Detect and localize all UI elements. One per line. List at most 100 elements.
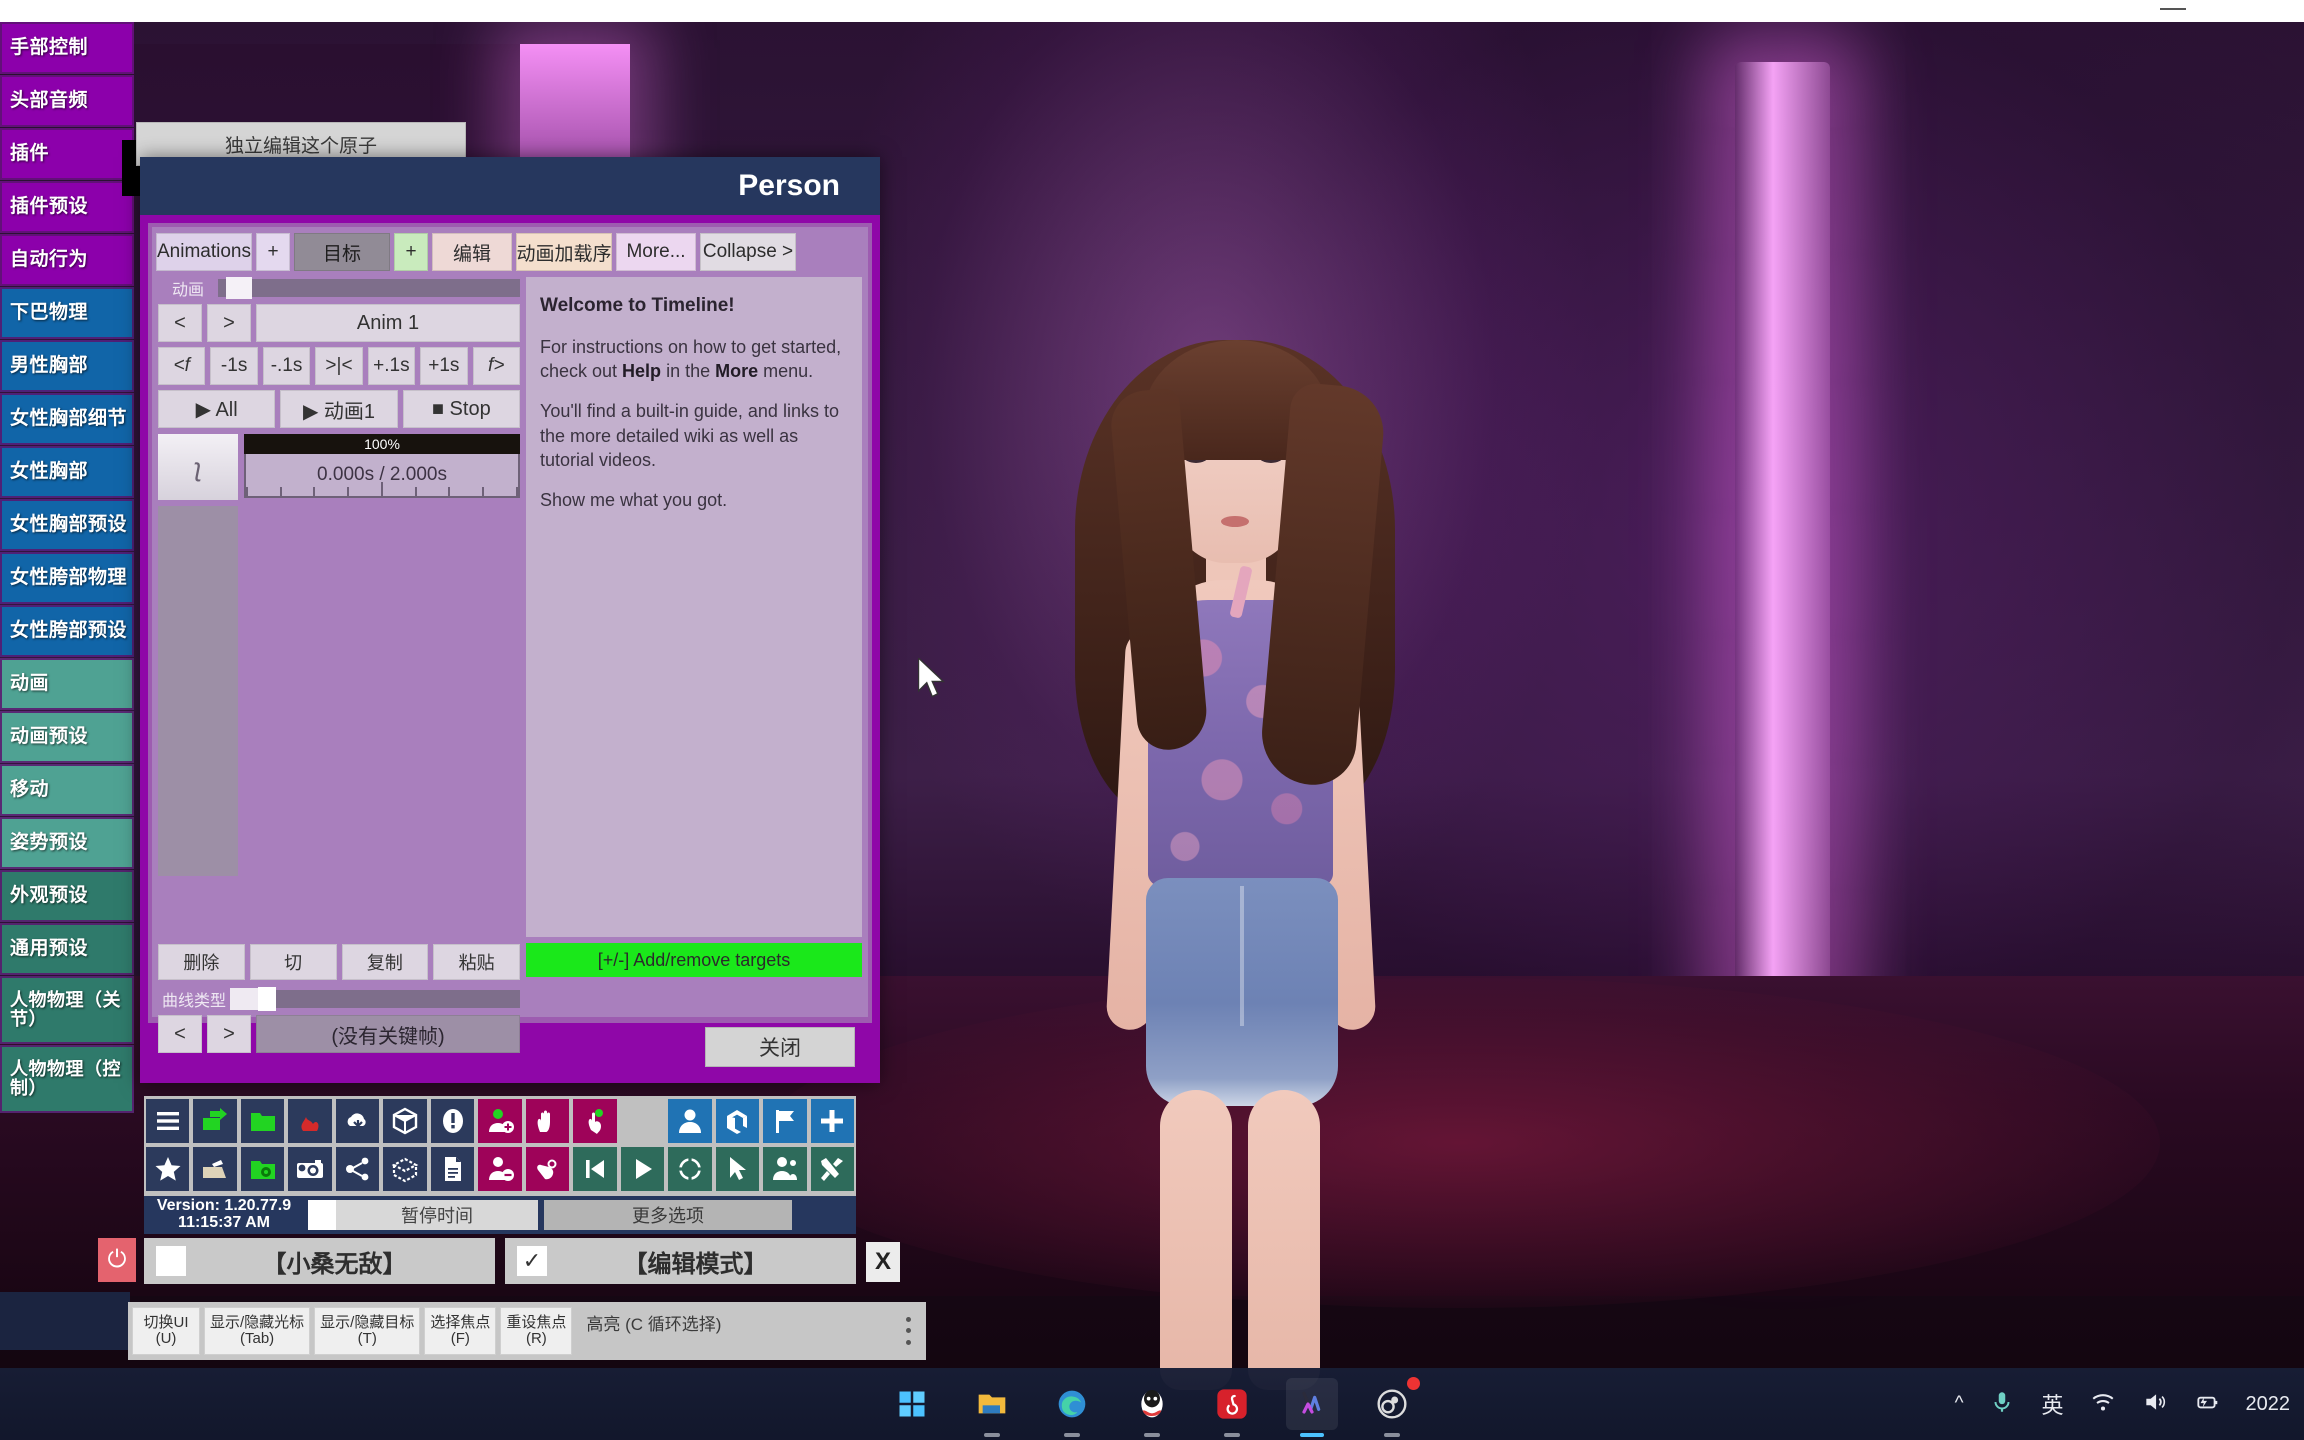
add-person-icon[interactable] <box>478 1099 522 1143</box>
animation-slider-track[interactable] <box>218 277 520 299</box>
flag-icon[interactable] <box>763 1099 807 1143</box>
time-display[interactable]: 0.000s / 2.000s <box>244 454 520 498</box>
volume-icon[interactable] <box>2142 1389 2168 1420</box>
load-scene-icon[interactable] <box>193 1099 237 1143</box>
microsoft-edge-icon[interactable] <box>1046 1378 1098 1437</box>
file-explorer-icon[interactable] <box>966 1378 1018 1437</box>
package-icon[interactable] <box>383 1099 427 1143</box>
clipboard-button-0[interactable]: 删除 <box>158 944 245 980</box>
person-edit-icon[interactable] <box>763 1147 807 1191</box>
keyframe-list-empty[interactable] <box>158 506 520 876</box>
curve-type-row[interactable]: 曲线类型 <box>158 987 520 1011</box>
custom-toggle-checkbox[interactable] <box>156 1246 186 1276</box>
frame-step-button-1[interactable]: -1s <box>210 347 258 385</box>
ime-indicator[interactable]: 英 <box>2041 1388 2063 1420</box>
battery-charging-icon[interactable] <box>2194 1389 2220 1420</box>
start-button[interactable] <box>886 1378 938 1430</box>
close-overlay-button[interactable]: X <box>866 1242 900 1282</box>
play-icon[interactable] <box>620 1147 665 1191</box>
next-keyframe-button[interactable]: > <box>207 1015 251 1053</box>
tab-more[interactable]: More... <box>616 233 696 271</box>
sidebar-item-2[interactable]: 插件 <box>0 128 134 180</box>
hamburger-menu-icon[interactable] <box>146 1099 190 1143</box>
pause-time-checkbox[interactable] <box>308 1200 336 1230</box>
tray-chevron-icon[interactable]: ^ <box>1955 1393 1964 1415</box>
person-icon[interactable] <box>668 1099 712 1143</box>
document-icon[interactable] <box>430 1147 475 1191</box>
clipboard-button-1[interactable]: 切 <box>249 944 337 980</box>
frame-step-button-5[interactable]: +1s <box>420 347 468 385</box>
minimize-icon[interactable] <box>2160 8 2186 10</box>
curve-type-track[interactable] <box>230 987 520 1011</box>
curve-type-handle[interactable] <box>258 987 276 1011</box>
microphone-icon[interactable] <box>1989 1389 2015 1420</box>
hint-button-2[interactable]: 显示/隐藏目标 (T) <box>314 1307 421 1355</box>
unity-icon[interactable] <box>715 1099 760 1143</box>
camera-icon[interactable] <box>288 1147 332 1191</box>
sidebar-item-0[interactable]: 手部控制 <box>0 22 134 74</box>
panel-close-button[interactable]: 关闭 <box>705 1027 855 1067</box>
current-animation-name[interactable]: Anim 1 <box>256 304 520 342</box>
hint-button-4[interactable]: 重设焦点 (R) <box>500 1307 573 1355</box>
hand-icon[interactable] <box>525 1099 570 1143</box>
target-icon[interactable] <box>668 1147 712 1191</box>
folder-icon[interactable] <box>240 1099 285 1143</box>
sidebar-item-15[interactable]: 姿势预设 <box>0 817 134 869</box>
taskbar-clock[interactable]: 2022 <box>2246 1393 2291 1416</box>
speed-percent[interactable]: 100% <box>244 434 520 454</box>
add-target-button[interactable]: + <box>394 233 428 271</box>
skip-back-icon[interactable] <box>573 1147 617 1191</box>
custom-toggle-checkbox[interactable]: ✓ <box>517 1246 547 1276</box>
tab-load-sequence[interactable]: 动画加载序 <box>516 233 612 271</box>
tab-edit[interactable]: 编辑 <box>432 233 512 271</box>
collapse-button[interactable]: Collapse > <box>700 233 796 271</box>
sidebar-item-5[interactable]: 下巴物理 <box>0 287 134 339</box>
custom-toggle-1[interactable]: ✓ 【编辑模式】 <box>505 1238 856 1284</box>
flame-icon[interactable] <box>288 1099 332 1143</box>
hint-button-3[interactable]: 选择焦点 (F) <box>424 1307 497 1355</box>
tab-targets[interactable]: 目标 <box>294 233 390 271</box>
sidebar-item-10[interactable]: 女性胯部物理 <box>0 552 134 604</box>
sidebar-item-6[interactable]: 男性胸部 <box>0 340 134 392</box>
vam-app-icon[interactable] <box>1286 1378 1338 1437</box>
sidebar-item-11[interactable]: 女性胯部预设 <box>0 605 134 657</box>
character-model[interactable] <box>1020 330 1450 1390</box>
remove-person-icon[interactable] <box>478 1147 522 1191</box>
animation-slider-knob[interactable] <box>226 277 252 299</box>
frame-step-button-4[interactable]: +.1s <box>367 347 416 385</box>
touch-icon[interactable] <box>573 1099 617 1143</box>
frame-step-button-0[interactable]: <f <box>158 347 206 385</box>
tools-icon[interactable] <box>810 1147 855 1191</box>
custom-toggle-0[interactable]: 【小桑无敌】 <box>144 1238 495 1284</box>
open-package-icon[interactable] <box>383 1147 427 1191</box>
add-animation-button[interactable]: + <box>256 233 290 271</box>
next-animation-button[interactable]: > <box>207 304 251 342</box>
prev-keyframe-button[interactable]: < <box>158 1015 202 1053</box>
sidebar-item-4[interactable]: 自动行为 <box>0 234 134 286</box>
netease-music-icon[interactable] <box>1206 1378 1258 1437</box>
node-graph-icon[interactable] <box>335 1147 380 1191</box>
sidebar-item-16[interactable]: 外观预设 <box>0 870 134 922</box>
sidebar-item-7[interactable]: 女性胸部细节 <box>0 393 134 445</box>
sidebar-item-12[interactable]: 动画 <box>0 658 134 710</box>
folder-settings-icon[interactable] <box>240 1147 285 1191</box>
pause-time-toggle[interactable]: 暂停时间 <box>308 1200 538 1230</box>
cloud-download-icon[interactable] <box>335 1099 380 1143</box>
hint-menu-icon[interactable] <box>898 1314 918 1348</box>
sidebar-item-18[interactable]: 人物物理（关节） <box>0 976 134 1044</box>
timeline-plugin-panel[interactable]: Person Animations + 目标 + 编辑 动画加载序 More..… <box>140 157 880 1083</box>
frame-step-button-6[interactable]: f> <box>472 347 520 385</box>
qq-icon[interactable] <box>1126 1378 1178 1437</box>
tab-animations[interactable]: Animations <box>156 233 252 271</box>
sidebar-item-8[interactable]: 女性胸部 <box>0 446 134 498</box>
animation-slider-row[interactable]: 动画 <box>158 277 520 299</box>
hint-button-0[interactable]: 切换UI (U) <box>132 1307 200 1355</box>
plus-icon[interactable] <box>810 1099 855 1143</box>
stop-button[interactable]: ■ Stop <box>402 390 520 428</box>
clipboard-button-2[interactable]: 复制 <box>341 944 429 980</box>
more-options-button[interactable]: 更多选项 <box>544 1200 792 1230</box>
frame-step-button-3[interactable]: >|< <box>315 347 363 385</box>
left-category-sidebar[interactable]: 手部控制 头部音频 插件 插件预设 自动行为 下巴物理 男性胸部 女性胸部细节 女性胸部 女性胸部… <box>0 22 134 1114</box>
power-button[interactable]: ⏻ <box>98 1238 136 1282</box>
sidebar-item-19[interactable]: 人物物理（控制） <box>0 1045 134 1113</box>
